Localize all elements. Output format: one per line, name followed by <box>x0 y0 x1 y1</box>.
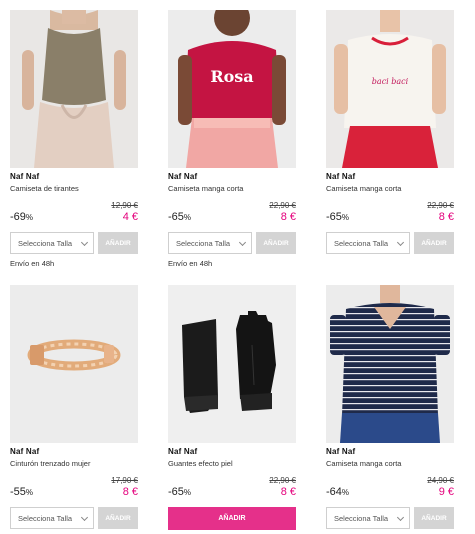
discount-badge: -69% <box>10 211 34 223</box>
add-to-cart-button[interactable]: AÑADIR <box>256 232 296 254</box>
size-select[interactable]: Selecciona Talla <box>326 507 410 529</box>
product-card: Naf Naf Guantes efecto piel 22,90 € -65%… <box>168 285 296 530</box>
old-price: 22,90 € <box>269 201 296 210</box>
sale-price: 8 € <box>122 486 138 498</box>
old-price: 22,90 € <box>269 476 296 485</box>
size-select-label: Selecciona Talla <box>18 238 73 248</box>
size-select-label: Selecciona Talla <box>334 513 389 523</box>
size-select-label: Selecciona Talla <box>18 513 73 523</box>
sale-price: 9 € <box>438 486 454 498</box>
product-card: baci baci Naf Naf Camiseta manga corta 2… <box>326 10 454 270</box>
add-to-cart-button[interactable]: AÑADIR <box>414 232 454 254</box>
shirt-print-text: baci baci <box>372 77 409 86</box>
product-image[interactable]: Rosa <box>168 10 296 168</box>
product-card: Naf Naf Camiseta de tirantes 12,90 € -69… <box>10 10 138 270</box>
chevron-down-icon <box>238 238 247 247</box>
sale-price: 4 € <box>122 211 138 223</box>
sale-price: 8 € <box>280 211 296 223</box>
product-image[interactable] <box>326 285 454 443</box>
size-select[interactable]: Selecciona Talla <box>10 507 94 529</box>
product-name[interactable]: Cinturón trenzado mujer <box>10 459 90 468</box>
product-brand: Naf Naf <box>168 172 198 181</box>
add-to-cart-button[interactable]: AÑADIR <box>168 507 296 530</box>
product-card: Naf Naf Camiseta manga corta 24,90 € -64… <box>326 285 454 530</box>
chevron-down-icon <box>80 513 89 522</box>
product-image[interactable] <box>168 285 296 443</box>
product-name[interactable]: Guantes efecto piel <box>168 459 233 468</box>
product-brand: Naf Naf <box>10 172 40 181</box>
product-name[interactable]: Camiseta manga corta <box>326 459 401 468</box>
product-image[interactable] <box>10 285 138 443</box>
chevron-down-icon <box>396 238 405 247</box>
product-image[interactable] <box>10 10 138 168</box>
discount-badge: -65% <box>168 211 192 223</box>
discount-badge: -65% <box>326 211 350 223</box>
old-price: 12,90 € <box>111 201 138 210</box>
product-image[interactable]: baci baci <box>326 10 454 168</box>
old-price: 24,90 € <box>427 476 454 485</box>
product-name[interactable]: Camiseta manga corta <box>326 184 401 193</box>
chevron-down-icon <box>80 238 89 247</box>
shipping-info: Envío en 48h <box>10 259 55 268</box>
add-to-cart-button[interactable]: AÑADIR <box>414 507 454 529</box>
discount-badge: -64% <box>326 486 350 498</box>
discount-badge: -55% <box>10 486 34 498</box>
old-price: 17,90 € <box>111 476 138 485</box>
product-card: Rosa Naf Naf Camiseta manga corta 22,90 … <box>168 10 296 270</box>
chevron-down-icon <box>396 513 405 522</box>
sale-price: 8 € <box>438 211 454 223</box>
shirt-print-text: Rosa <box>210 67 253 86</box>
sale-price: 8 € <box>280 486 296 498</box>
product-grid: Naf Naf Camiseta de tirantes 12,90 € -69… <box>0 0 475 534</box>
size-select-label: Selecciona Talla <box>334 238 389 248</box>
product-brand: Naf Naf <box>326 172 356 181</box>
add-to-cart-button[interactable]: AÑADIR <box>98 232 138 254</box>
size-select[interactable]: Selecciona Talla <box>10 232 94 254</box>
size-select[interactable]: Selecciona Talla <box>326 232 410 254</box>
product-brand: Naf Naf <box>168 447 198 456</box>
add-to-cart-button[interactable]: AÑADIR <box>98 507 138 529</box>
product-brand: Naf Naf <box>326 447 356 456</box>
size-select[interactable]: Selecciona Talla <box>168 232 252 254</box>
discount-badge: -65% <box>168 486 192 498</box>
product-name[interactable]: Camiseta de tirantes <box>10 184 79 193</box>
old-price: 22,90 € <box>427 201 454 210</box>
product-name[interactable]: Camiseta manga corta <box>168 184 243 193</box>
product-card: Naf Naf Cinturón trenzado mujer 17,90 € … <box>10 285 138 530</box>
size-select-label: Selecciona Talla <box>176 238 231 248</box>
shipping-info: Envío en 48h <box>168 259 213 268</box>
product-brand: Naf Naf <box>10 447 40 456</box>
